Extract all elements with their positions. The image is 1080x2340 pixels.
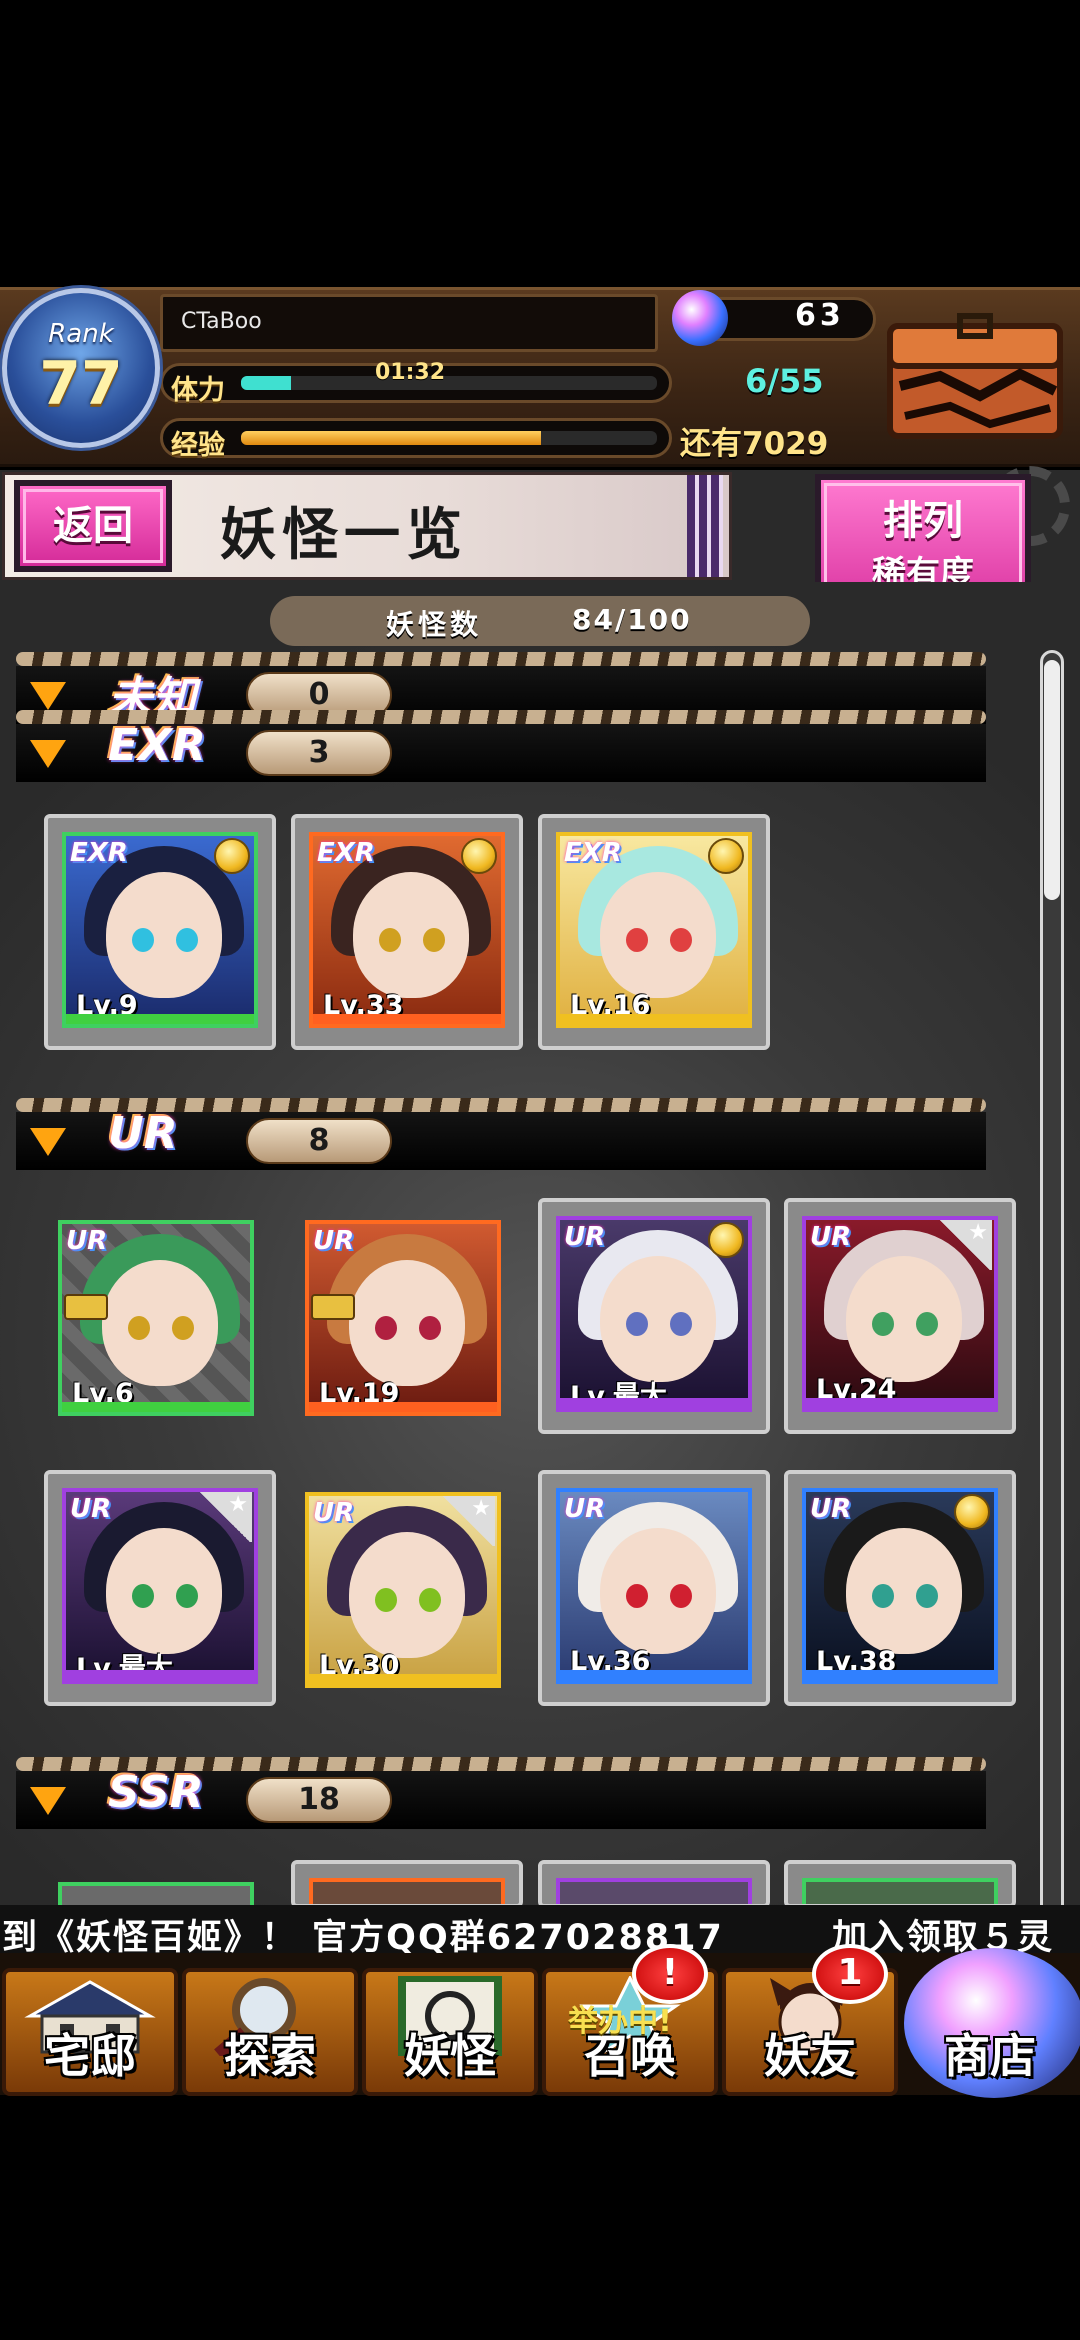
exp-bar: 经验 bbox=[160, 418, 672, 461]
rank-number: 77 bbox=[39, 349, 123, 419]
summon-alert-badge: ! bbox=[632, 1944, 708, 2004]
rank-word: Rank bbox=[48, 319, 114, 349]
stamina-fill bbox=[241, 376, 291, 390]
yokai-count-value: 84/100 bbox=[572, 603, 692, 636]
ticker-text: 到《妖怪百姬》！ 官方QQ群627028817 bbox=[2, 1918, 724, 1953]
yokai-card[interactable]: UR Lv.6 bbox=[44, 1206, 276, 1442]
yokai-count-label: 妖怪数 bbox=[386, 608, 483, 641]
rarity-label: UR bbox=[108, 1108, 178, 1159]
section-exr[interactable]: EXR 3 bbox=[16, 710, 986, 782]
card-rarity: UR bbox=[810, 1494, 852, 1524]
card-rarity: UR bbox=[313, 1498, 355, 1528]
card-rarity: UR bbox=[810, 1222, 852, 1252]
nav-mansion[interactable]: 宅邸 bbox=[2, 1968, 178, 2096]
gold-medal-icon bbox=[214, 838, 250, 874]
yokai-card[interactable]: EXR Lv.33 bbox=[291, 814, 523, 1050]
friends-count-badge: 1 bbox=[812, 1944, 888, 2004]
yokai-card[interactable]: EXR Lv.9 bbox=[44, 814, 276, 1050]
yokai-card[interactable]: EXR Lv.16 bbox=[538, 814, 770, 1050]
card-rarity: UR bbox=[70, 1494, 112, 1524]
yokai-count-pill: 妖怪数 84/100 bbox=[270, 596, 810, 646]
rarity-count: 8 bbox=[246, 1118, 392, 1164]
card-rarity: EXR bbox=[564, 838, 622, 868]
nav-yokai[interactable]: 妖怪 bbox=[362, 1968, 538, 2096]
yokai-card[interactable]: UR Lv.38 bbox=[784, 1470, 1016, 1706]
yokai-card[interactable]: ★ UR Lv.24 bbox=[784, 1198, 1016, 1434]
gold-medal-icon bbox=[708, 1222, 744, 1258]
yokai-card[interactable]: ★ UR Lv.最大 bbox=[44, 1470, 276, 1706]
spirit-orb-icon bbox=[672, 290, 728, 346]
nav-label: 探索 bbox=[224, 2029, 316, 2083]
treasure-chest-icon[interactable] bbox=[880, 296, 1070, 446]
yokai-card[interactable]: UR Lv.19 bbox=[291, 1206, 523, 1442]
card-rarity: UR bbox=[66, 1226, 108, 1256]
yokai-card[interactable] bbox=[291, 1860, 523, 1908]
rarity-label: SSR bbox=[108, 1767, 204, 1818]
star-icon: ★ bbox=[441, 1496, 495, 1546]
rank-medal[interactable]: Rank 77 bbox=[2, 288, 160, 448]
section-ur[interactable]: UR 8 bbox=[16, 1098, 986, 1170]
exp-fill bbox=[241, 431, 541, 445]
nav-label: 商店 bbox=[944, 2029, 1036, 2083]
scrollbar-thumb[interactable] bbox=[1044, 660, 1060, 900]
back-button[interactable]: 返回 bbox=[14, 480, 172, 572]
card-rarity: UR bbox=[313, 1226, 355, 1256]
nav-label: 宅邸 bbox=[44, 2029, 136, 2083]
card-rarity: UR bbox=[564, 1494, 606, 1524]
stamina-count: 6/55 bbox=[745, 362, 824, 400]
card-rarity: UR bbox=[564, 1222, 606, 1252]
card-rarity: EXR bbox=[70, 838, 128, 868]
gold-medal-icon bbox=[954, 1494, 990, 1530]
sort-button[interactable]: 排列 稀有度 bbox=[815, 474, 1031, 594]
exp-label: 经验 bbox=[171, 430, 225, 461]
nav-label: 妖怪 bbox=[404, 2029, 496, 2083]
rarity-count: 18 bbox=[246, 1777, 392, 1823]
collapse-arrow-icon bbox=[30, 740, 66, 768]
nav-shop[interactable]: 商店 bbox=[902, 1968, 1078, 2096]
orb-count: 63 bbox=[795, 298, 845, 333]
exp-remaining: 还有7029 bbox=[680, 426, 829, 462]
yokai-card[interactable]: UR Lv.36 bbox=[538, 1470, 770, 1706]
yokai-card[interactable] bbox=[538, 1860, 770, 1908]
card-rarity: EXR bbox=[317, 838, 375, 868]
lock-icon bbox=[64, 1294, 108, 1320]
yokai-card[interactable] bbox=[44, 1868, 276, 1908]
rarity-label: EXR bbox=[108, 720, 206, 771]
news-ticker: 到《妖怪百姬》！ 官方QQ群627028817 加入领取５灵 bbox=[0, 1905, 1080, 1953]
star-icon: ★ bbox=[938, 1220, 992, 1270]
yokai-card[interactable] bbox=[784, 1860, 1016, 1908]
nav-explore[interactable]: 探索 bbox=[182, 1968, 358, 2096]
collapse-arrow-icon bbox=[30, 682, 66, 710]
stamina-bar: 体力 01:32 bbox=[160, 360, 672, 406]
lock-icon bbox=[311, 1294, 355, 1320]
page-title: 妖怪一览 bbox=[220, 503, 468, 568]
stamina-timer: 01:32 bbox=[375, 360, 446, 385]
gold-medal-icon bbox=[708, 838, 744, 874]
stamina-label: 体力 bbox=[171, 375, 225, 406]
yokai-card[interactable]: UR Lv.最大 bbox=[538, 1198, 770, 1434]
player-name: CTaBoo bbox=[160, 294, 658, 352]
section-ssr[interactable]: SSR 18 bbox=[16, 1757, 986, 1829]
star-icon: ★ bbox=[198, 1492, 252, 1542]
gold-medal-icon bbox=[461, 838, 497, 874]
collapse-arrow-icon bbox=[30, 1787, 66, 1815]
yokai-card[interactable]: ★ UR Lv.30 bbox=[291, 1478, 523, 1714]
collapse-arrow-icon bbox=[30, 1128, 66, 1156]
rarity-count: 3 bbox=[246, 730, 392, 776]
nav-label: 妖友 bbox=[764, 2029, 856, 2083]
sort-label: 排列 bbox=[883, 498, 963, 544]
